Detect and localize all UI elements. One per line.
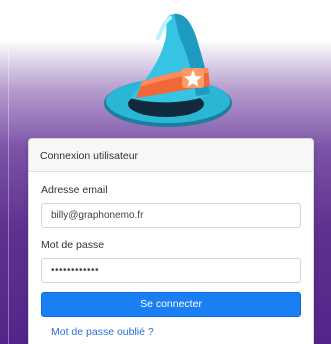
login-card: Connexion utilisateur Adresse email Mot … — [28, 138, 314, 344]
email-field[interactable] — [41, 203, 301, 228]
login-button[interactable]: Se connecter — [41, 292, 301, 317]
login-card-title: Connexion utilisateur — [29, 139, 313, 172]
wizard-hat-icon — [104, 13, 232, 127]
email-label: Adresse email — [41, 184, 108, 196]
password-field[interactable] — [41, 258, 301, 283]
forgot-password-link[interactable]: Mot de passe oublié ? — [51, 326, 301, 338]
login-form: Adresse email Mot de passe Se connecter … — [29, 172, 313, 338]
password-label: Mot de passe — [41, 239, 105, 251]
